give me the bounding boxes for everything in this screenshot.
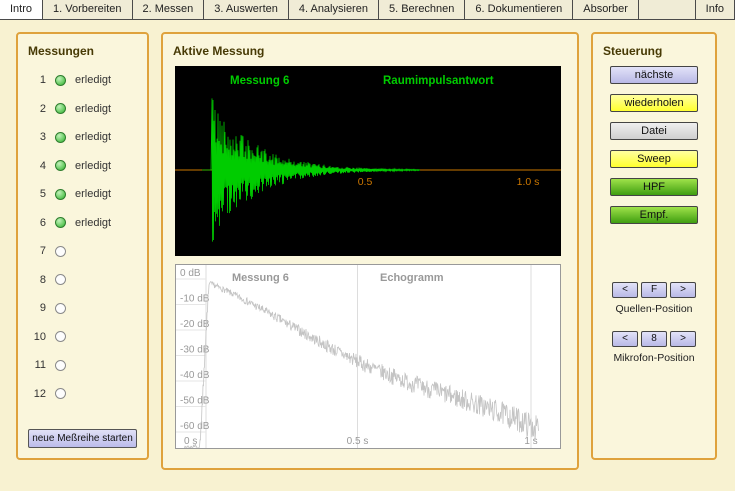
tab-berechnen[interactable]: 5. Berechnen [379,0,465,19]
echogram-y-tick-label: -50 dB [180,396,210,407]
microphone-next-button[interactable]: > [670,331,696,347]
microphone-prev-button[interactable]: < [612,331,638,347]
echogram-y-tick-label: -40 dB [180,370,210,381]
measurement-status-icon [55,246,66,257]
measurement-row-6[interactable]: 6 erledigt [28,209,137,238]
source-position-controls: < F > [603,282,705,298]
measurement-row-8[interactable]: 8 [28,266,137,295]
measurement-row-5[interactable]: 5 erledigt [28,180,137,209]
measurement-status-label: erledigt [75,74,111,86]
measurement-number: 1 [28,74,46,86]
echogram-chart-title: Messung 6 [232,272,289,284]
steuerung-panel-title: Steuerung [603,44,705,58]
measurement-row-11[interactable]: 11 [28,351,137,380]
echogram-y-tick-label: -20 dB [180,319,210,330]
measurement-status-icon [55,217,66,228]
microphone-position-controls: < 8 > [603,331,705,347]
tab-analysieren[interactable]: 4. Analysieren [289,0,379,19]
source-position-label: Quellen-Position [603,303,705,315]
tab-bar: Intro 1. Vorbereiten 2. Messen 3. Auswer… [0,0,735,20]
impulse-x-tick-label: 1.0 s [517,176,540,188]
measurement-row-3[interactable]: 3 erledigt [28,123,137,152]
measurement-status-icon [55,388,66,399]
tab-info[interactable]: Info [695,0,735,19]
measurement-status-icon [55,360,66,371]
tab-auswerten[interactable]: 3. Auswerten [204,0,289,19]
datei-button[interactable]: Datei [610,122,698,140]
aktive-messung-panel: Aktive Messung 0.5 1.0 s Messung 6 Raumimpu… [161,32,579,470]
tab-dokumentieren[interactable]: 6. Dokumentieren [465,0,573,19]
measurement-number: 7 [28,245,46,257]
naechste-button[interactable]: nächste [610,66,698,84]
measurement-status-icon [55,274,66,285]
echogram-y-tick-label: -60 dB [180,421,210,432]
measurement-number: 11 [28,359,46,371]
source-value-button[interactable]: F [641,282,667,298]
main-area: Messungen 1 erledigt 2 erledigt 3 erledi… [0,20,735,470]
impulse-chart-title: Messung 6 [230,75,289,87]
sweep-button[interactable]: Sweep [610,150,698,168]
source-next-button[interactable]: > [670,282,696,298]
measurement-row-2[interactable]: 2 erledigt [28,95,137,124]
measurement-status-label: erledigt [75,103,111,115]
measurement-number: 2 [28,103,46,115]
echogram-x-tick-label: 0.5 s [347,436,369,447]
measurement-row-7[interactable]: 7 [28,237,137,266]
measurement-row-4[interactable]: 4 erledigt [28,152,137,181]
measurement-status-icon [55,103,66,114]
impulse-x-tick-label: 0.5 [358,176,373,188]
measurement-number: 12 [28,388,46,400]
measurement-status-icon [55,303,66,314]
tab-absorber[interactable]: Absorber [573,0,639,19]
impulse-chart-subtitle: Raumimpulsantwort [383,75,494,87]
tab-intro[interactable]: Intro [0,0,43,19]
measurement-row-10[interactable]: 10 [28,323,137,352]
microphone-value-button[interactable]: 8 [641,331,667,347]
measurement-number: 3 [28,131,46,143]
measurement-status-icon [55,75,66,86]
echogram-y-tick-label: 0 dB [180,268,201,279]
echogram-x-tick-label: 1 s [524,436,537,447]
measurement-status-label: erledigt [75,188,111,200]
empf-button[interactable]: Empf. [610,206,698,224]
tab-messen[interactable]: 2. Messen [133,0,205,19]
measurement-status-icon [55,331,66,342]
measurement-number: 6 [28,217,46,229]
tab-vorbereiten[interactable]: 1. Vorbereiten [43,0,133,19]
echogram-x-tick-label: 0 s [184,436,197,447]
echogram-y-tick-label: -10 dB [180,294,210,305]
measurement-number: 8 [28,274,46,286]
measurement-row-9[interactable]: 9 [28,294,137,323]
messungen-panel-title: Messungen [28,44,137,58]
measurement-number: 4 [28,160,46,172]
measurement-status-icon [55,160,66,171]
microphone-position-label: Mikrofon-Position [603,352,705,364]
measurement-number: 5 [28,188,46,200]
new-series-button[interactable]: neue Meßreihe starten [28,429,137,448]
measurement-status-label: erledigt [75,217,111,229]
echogram-chart: 0 dB-10 dB-20 dB-30 dB-40 dB-50 dB-60 dB… [175,264,561,449]
measurement-row-1[interactable]: 1 erledigt [28,66,137,95]
measurement-number: 10 [28,331,46,343]
measurement-status-label: erledigt [75,131,111,143]
measurement-status-icon [55,189,66,200]
measurement-row-12[interactable]: 12 [28,380,137,409]
messungen-panel: Messungen 1 erledigt 2 erledigt 3 erledi… [16,32,149,460]
measurement-status-label: erledigt [75,160,111,172]
echogram-chart-subtitle: Echogramm [380,272,444,284]
impulse-response-chart: 0.5 1.0 s Messung 6 Raumimpulsantwort [175,66,561,256]
steuerung-panel: Steuerung nächste wiederholen Datei Swee… [591,32,717,460]
source-prev-button[interactable]: < [612,282,638,298]
measurement-number: 9 [28,302,46,314]
aktive-messung-panel-title: Aktive Messung [173,44,567,58]
hpf-button[interactable]: HPF [610,178,698,196]
measurement-status-icon [55,132,66,143]
wiederholen-button[interactable]: wiederholen [610,94,698,112]
